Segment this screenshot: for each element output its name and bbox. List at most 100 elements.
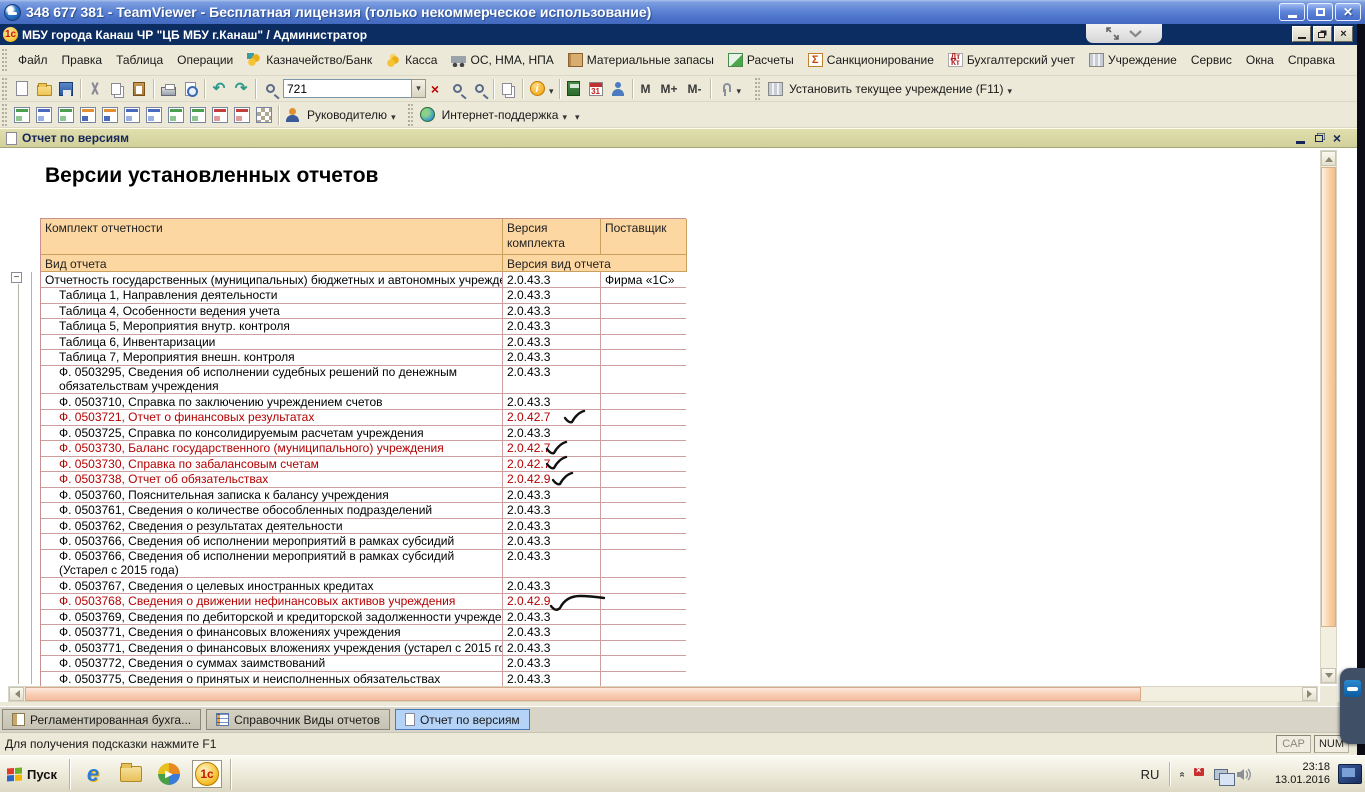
report-name-cell[interactable]: Ф. 0503766, Сведения об исполнении мероп…	[41, 549, 503, 578]
horizontal-scrollbar[interactable]	[8, 686, 1318, 702]
report-version-cell[interactable]: 2.0.43.3	[503, 518, 601, 534]
report-name-cell[interactable]: Ф. 0503738, Отчет об обязательствах	[41, 472, 503, 488]
report-name-cell[interactable]: Таблица 6, Инвентаризации	[41, 334, 503, 350]
save-button[interactable]	[55, 78, 77, 100]
copy-button[interactable]	[106, 78, 128, 100]
toolbar-grip[interactable]	[755, 78, 761, 100]
start-button[interactable]: Пуск	[0, 759, 70, 790]
table-row[interactable]: Ф. 0503771, Сведения о финансовых вложен…	[41, 625, 686, 641]
subconto-card-button[interactable]	[99, 104, 121, 126]
report-version-cell[interactable]: 2.0.43.3	[503, 534, 601, 550]
hide-tray-icons-chevron[interactable]: »	[1177, 771, 1188, 777]
checker-sheet-button[interactable]	[253, 104, 275, 126]
table-row[interactable]: Ф. 0503295, Сведения об исполнении судеб…	[41, 365, 686, 394]
calendar-button[interactable]	[585, 78, 607, 100]
cut-button[interactable]	[84, 78, 106, 100]
trial-balance-button[interactable]	[11, 104, 33, 126]
internet-support-dropdown-arrow[interactable]: ▾	[575, 112, 580, 123]
report-version-cell[interactable]: 2.0.42.7	[503, 410, 601, 426]
table-row[interactable]: Ф. 0503771, Сведения о финансовых вложен…	[41, 640, 686, 656]
volume-icon[interactable]	[1236, 768, 1252, 781]
report-name-cell[interactable]: Ф. 0503710, Справка по заключению учрежд…	[41, 394, 503, 410]
supplier-cell[interactable]	[601, 394, 686, 410]
report-name-cell[interactable]: Ф. 0503725, Справка по консолидируемым р…	[41, 425, 503, 441]
doc-close-button[interactable]: ×	[1333, 132, 1341, 144]
toolbar-grip[interactable]	[2, 49, 8, 71]
teamviewer-side-panel-tab[interactable]	[1340, 668, 1365, 744]
report-name-cell[interactable]: Таблица 4, Особенности ведения учета	[41, 303, 503, 319]
supplier-cell[interactable]	[601, 578, 686, 594]
window-tab-report-kinds-catalog[interactable]: Справочник Виды отчетов	[206, 709, 390, 730]
supplier-cell[interactable]	[601, 518, 686, 534]
supplier-cell[interactable]	[601, 625, 686, 641]
report-version-cell[interactable]: 2.0.43.3	[503, 640, 601, 656]
internet-support-button[interactable]: Интернет-поддержка	[442, 108, 559, 122]
menu-item-operations[interactable]: Операции	[170, 50, 240, 70]
table-row[interactable]: Ф. 0503738, Отчет об обязательствах2.0.4…	[41, 472, 686, 488]
find-next-button[interactable]	[446, 78, 468, 100]
doc-out-report-button[interactable]	[187, 104, 209, 126]
close-button[interactable]: ✕	[1335, 3, 1361, 21]
table-row[interactable]: Ф. 0503766, Сведения об исполнении мероп…	[41, 534, 686, 550]
supplier-cell[interactable]	[601, 640, 686, 656]
find-previous-button[interactable]	[468, 78, 490, 100]
internet-explorer-icon[interactable]: e	[78, 760, 108, 788]
paste-button[interactable]	[128, 78, 150, 100]
info-dropdown-arrow[interactable]: ▾	[549, 86, 554, 97]
file-explorer-icon[interactable]	[116, 760, 146, 788]
report-name-cell[interactable]: Ф. 0503771, Сведения о финансовых вложен…	[41, 640, 503, 656]
new-document-button[interactable]	[11, 78, 33, 100]
supplier-cell[interactable]	[601, 334, 686, 350]
set-current-institution-button[interactable]: Установить текущее учреждение (F11)	[789, 82, 1003, 96]
scroll-down-button[interactable]	[1321, 668, 1336, 683]
doc-restore-button[interactable]	[1315, 135, 1323, 142]
supplier-cell[interactable]	[601, 656, 686, 672]
chess-sheet-button[interactable]	[33, 104, 55, 126]
doc-in-report-button[interactable]	[165, 104, 187, 126]
summary-postings-button[interactable]	[209, 104, 231, 126]
menu-item-windows[interactable]: Окна	[1239, 50, 1281, 70]
report-version-cell[interactable]: 2.0.43.3	[503, 625, 601, 641]
report-version-cell[interactable]: 2.0.43.3	[503, 319, 601, 335]
maximize-button[interactable]	[1307, 3, 1333, 21]
supplier-cell[interactable]	[601, 303, 686, 319]
menu-item-os-nma-npa[interactable]: ОС, НМА, НПА	[444, 50, 560, 70]
memory-m-minus-button[interactable]: M-	[683, 82, 707, 96]
supplier-cell[interactable]	[601, 365, 686, 394]
account-turnover-button[interactable]	[55, 104, 77, 126]
menu-item-settlements[interactable]: Расчеты	[721, 50, 801, 70]
table-row[interactable]: Ф. 0503760, Пояснительная записка к бала…	[41, 487, 686, 503]
service-wrench-button[interactable]	[714, 78, 736, 100]
supplier-cell[interactable]	[601, 609, 686, 625]
internet-support-arrow[interactable]: ▾	[562, 112, 567, 123]
report-name-cell[interactable]: Ф. 0503730, Справка по забалансовым счет…	[41, 456, 503, 472]
table-row[interactable]: Таблица 7, Мероприятия внешн. контроля2.…	[41, 350, 686, 366]
report-name-cell[interactable]: Таблица 1, Направления деятельности	[41, 288, 503, 304]
supplier-cell[interactable]	[601, 425, 686, 441]
supplier-cell[interactable]	[601, 487, 686, 503]
clear-search-button[interactable]: ×	[426, 81, 444, 97]
vertical-scroll-thumb[interactable]	[1321, 167, 1336, 627]
memory-m-plus-button[interactable]: M+	[656, 82, 683, 96]
search-icon[interactable]	[259, 78, 281, 100]
report-name-cell[interactable]: Ф. 0503775, Сведения о принятых и неиспо…	[41, 671, 503, 687]
report-version-cell[interactable]: 2.0.43.3	[503, 365, 601, 394]
1c-taskbar-icon[interactable]: 1с	[192, 760, 222, 788]
table-row[interactable]: Ф. 0503767, Сведения о целевых иностранн…	[41, 578, 686, 594]
table-row[interactable]: Ф. 0503768, Сведения о движении нефинанс…	[41, 594, 686, 610]
supplier-cell[interactable]	[601, 671, 686, 687]
toolbar-grip[interactable]	[2, 104, 8, 126]
table-row[interactable]: Ф. 0503766, Сведения об исполнении мероп…	[41, 549, 686, 578]
table-row[interactable]: Ф. 0503730, Баланс государственного (мун…	[41, 441, 686, 457]
table-row[interactable]: Ф. 0503772, Сведения о суммах заимствова…	[41, 656, 686, 672]
table-row[interactable]: Ф. 0503730, Справка по забалансовым счет…	[41, 456, 686, 472]
search-input[interactable]	[283, 79, 411, 98]
supplier-cell[interactable]	[601, 456, 686, 472]
menu-item-help[interactable]: Справка	[1281, 50, 1342, 70]
undo-button[interactable]: ↶	[208, 78, 230, 100]
menu-item-material-stocks[interactable]: Материальные запасы	[561, 50, 721, 70]
window-tab-regulated-accounting[interactable]: Регламентированная бухга...	[2, 709, 201, 730]
report-name-cell[interactable]: Ф. 0503772, Сведения о суммах заимствова…	[41, 656, 503, 672]
report-name-cell[interactable]: Таблица 5, Мероприятия внутр. контроля	[41, 319, 503, 335]
scroll-left-button[interactable]	[9, 687, 24, 701]
